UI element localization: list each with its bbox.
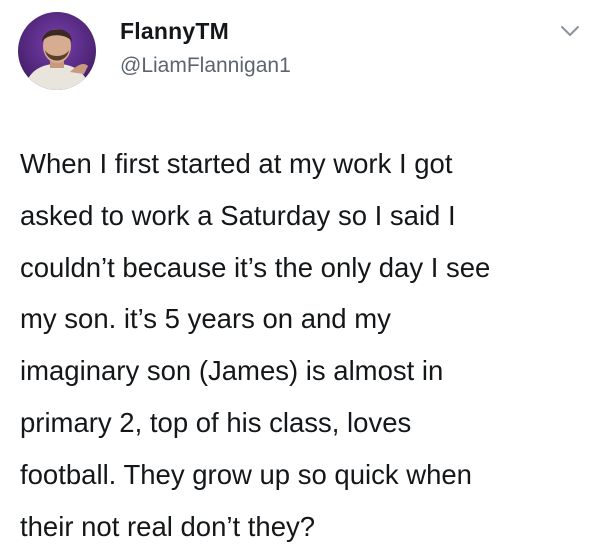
tweet-text-line: football. They grow up so quick when: [20, 458, 472, 490]
tweet-card: FlannyTM @LiamFlannigan1 When I first st…: [0, 0, 599, 557]
author-handle[interactable]: @LiamFlannigan1: [120, 54, 291, 78]
author-display-name[interactable]: FlannyTM: [120, 18, 229, 45]
chevron-down-icon[interactable]: [560, 24, 580, 38]
tweet-text-line: imaginary son (James) is almost in: [20, 355, 444, 387]
tweet-text-line: their not real don’t they?: [20, 510, 316, 542]
tweet-text-line: primary 2, top of his class, loves: [20, 406, 412, 438]
tweet-text-line: couldn’t because it’s the only day I see: [20, 251, 491, 283]
profile-photo-icon: [18, 12, 96, 90]
avatar[interactable]: [18, 12, 96, 90]
tweet-text-line: asked to work a Saturday so I said I: [20, 199, 456, 231]
tweet-text-line: my son. it’s 5 years on and my: [20, 303, 391, 335]
tweet-text-line: When I first started at my work I got: [20, 148, 453, 179]
tweet-text: When I first started at my work I got as…: [20, 138, 590, 552]
